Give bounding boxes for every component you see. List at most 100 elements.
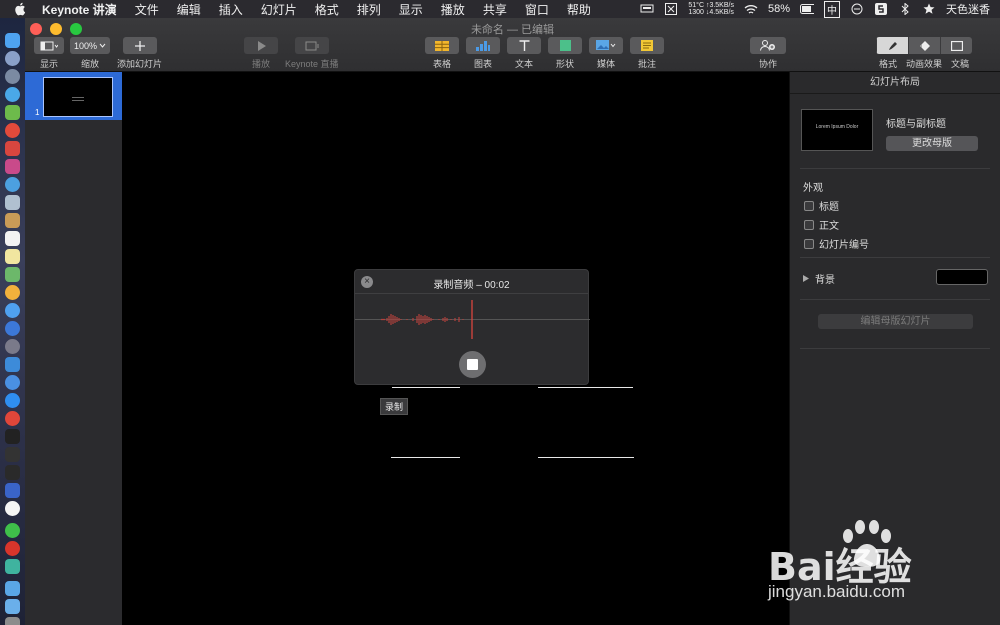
media-control[interactable]: 媒体: [589, 37, 623, 70]
title-checkbox[interactable]: 标题: [804, 198, 839, 213]
body-checkbox[interactable]: 正文: [804, 217, 839, 232]
table-control[interactable]: 表格: [425, 37, 459, 70]
edit-master-button[interactable]: 编辑母版幻灯片: [818, 314, 973, 329]
vpn-icon[interactable]: [5, 483, 20, 498]
menu-arrange[interactable]: 排列: [357, 1, 381, 18]
input-method[interactable]: 中: [824, 0, 840, 18]
compass-icon[interactable]: [5, 177, 20, 192]
android-icon[interactable]: [5, 105, 20, 120]
menu-edit[interactable]: 编辑: [177, 1, 201, 18]
table-button[interactable]: [425, 37, 459, 54]
stickies-icon[interactable]: [5, 249, 20, 264]
launchpad-icon[interactable]: [5, 51, 20, 66]
downloads-folder-icon[interactable]: [5, 599, 20, 614]
checkbox-box[interactable]: [804, 200, 814, 211]
system-prefs-icon[interactable]: [5, 69, 20, 84]
text-control[interactable]: 文本: [507, 37, 541, 70]
background-disclosure[interactable]: 背景: [803, 271, 835, 286]
battery-icon[interactable]: [800, 3, 814, 15]
animate-tab[interactable]: [908, 37, 940, 54]
zoom-select[interactable]: 100%: [70, 37, 110, 54]
view-control[interactable]: 显示: [34, 37, 64, 70]
placeholder-line[interactable]: [391, 457, 460, 458]
master-thumbnail[interactable]: Lorem Ipsum Dolor: [801, 109, 873, 151]
chart-button[interactable]: [466, 37, 500, 54]
media-button[interactable]: [589, 37, 623, 54]
menu-help[interactable]: 帮助: [567, 1, 591, 18]
trash-icon[interactable]: [5, 617, 20, 625]
keynote-icon[interactable]: [5, 357, 20, 372]
app-store-icon[interactable]: [5, 393, 20, 408]
slide-number-checkbox[interactable]: 幻灯片编号: [804, 236, 869, 251]
preview-icon[interactable]: [5, 195, 20, 210]
yandex-icon[interactable]: [5, 501, 20, 516]
messages-icon[interactable]: [5, 303, 20, 318]
screen-icon[interactable]: [640, 3, 654, 15]
placeholder-line[interactable]: [392, 387, 460, 388]
view-button[interactable]: [34, 37, 64, 54]
app-red-icon[interactable]: [5, 141, 20, 156]
wifi-icon[interactable]: [744, 3, 758, 15]
netease-music-icon[interactable]: [5, 541, 20, 556]
text-button[interactable]: [507, 37, 541, 54]
safari-icon[interactable]: [5, 87, 20, 102]
change-master-button[interactable]: 更改母版: [886, 136, 978, 151]
vivaldi-icon[interactable]: [5, 411, 20, 426]
terminal-icon[interactable]: [5, 429, 20, 444]
bluetooth-icon[interactable]: [898, 3, 912, 15]
slide-thumbnail[interactable]: [43, 77, 113, 117]
menu-play[interactable]: 播放: [441, 1, 465, 18]
notes-icon[interactable]: [5, 213, 20, 228]
menu-view[interactable]: 显示: [399, 1, 423, 18]
chart-control[interactable]: 图表: [466, 37, 500, 70]
background-color-well[interactable]: [936, 269, 988, 285]
checkbox-box[interactable]: [804, 238, 814, 249]
menu-window[interactable]: 窗口: [525, 1, 549, 18]
collaborate-control[interactable]: 协作: [750, 37, 786, 70]
comment-button[interactable]: [630, 37, 664, 54]
document-tab[interactable]: [940, 37, 972, 54]
add-slide-control[interactable]: 添加幻灯片: [117, 37, 162, 70]
keynote-live-button[interactable]: [294, 37, 329, 54]
facetime-icon[interactable]: [5, 321, 20, 336]
menu-slide[interactable]: 幻灯片: [261, 1, 297, 18]
menu-insert[interactable]: 插入: [219, 1, 243, 18]
apple-icon[interactable]: [14, 2, 28, 16]
shape-button[interactable]: [548, 37, 582, 54]
placeholder-line[interactable]: [538, 457, 634, 458]
music-icon[interactable]: [5, 375, 20, 390]
menu-share[interactable]: 共享: [483, 1, 507, 18]
folder-icon[interactable]: [5, 581, 20, 596]
comment-control[interactable]: 批注: [630, 37, 664, 70]
app-teal-icon[interactable]: [5, 559, 20, 574]
star-icon[interactable]: [922, 3, 936, 15]
shape-control[interactable]: 形状: [548, 37, 582, 70]
menu-app[interactable]: Keynote 讲演: [42, 1, 117, 18]
calendar-icon[interactable]: [5, 231, 20, 246]
slide-thumbnail-selected[interactable]: 1: [25, 72, 122, 120]
placeholder-line[interactable]: [538, 387, 633, 388]
time-machine-icon[interactable]: [5, 339, 20, 354]
wechat-icon[interactable]: [5, 523, 20, 538]
play-control[interactable]: 播放: [244, 37, 278, 70]
play-button[interactable]: [244, 37, 278, 54]
collaborate-button[interactable]: [750, 37, 786, 54]
user-name[interactable]: 天色迷香: [946, 1, 990, 17]
control-icon[interactable]: [850, 3, 864, 15]
snippet-app-icon[interactable]: [874, 3, 888, 15]
menu-format[interactable]: 格式: [315, 1, 339, 18]
format-tab[interactable]: [876, 37, 908, 54]
photos-icon[interactable]: [5, 285, 20, 300]
app-pink-icon[interactable]: [5, 159, 20, 174]
grid-icon[interactable]: [664, 3, 678, 15]
stop-recording-button[interactable]: [459, 351, 486, 378]
zoom-control[interactable]: 100% 缩放: [70, 37, 110, 70]
keynote-live-control[interactable]: Keynote 直播: [285, 37, 339, 70]
finder-icon[interactable]: [5, 33, 20, 48]
chrome-icon[interactable]: [5, 123, 20, 138]
menu-file[interactable]: 文件: [135, 1, 159, 18]
activity-monitor-icon[interactable]: [5, 447, 20, 462]
maps-icon[interactable]: [5, 267, 20, 282]
checkbox-box[interactable]: [804, 219, 814, 230]
console-icon[interactable]: [5, 465, 20, 480]
